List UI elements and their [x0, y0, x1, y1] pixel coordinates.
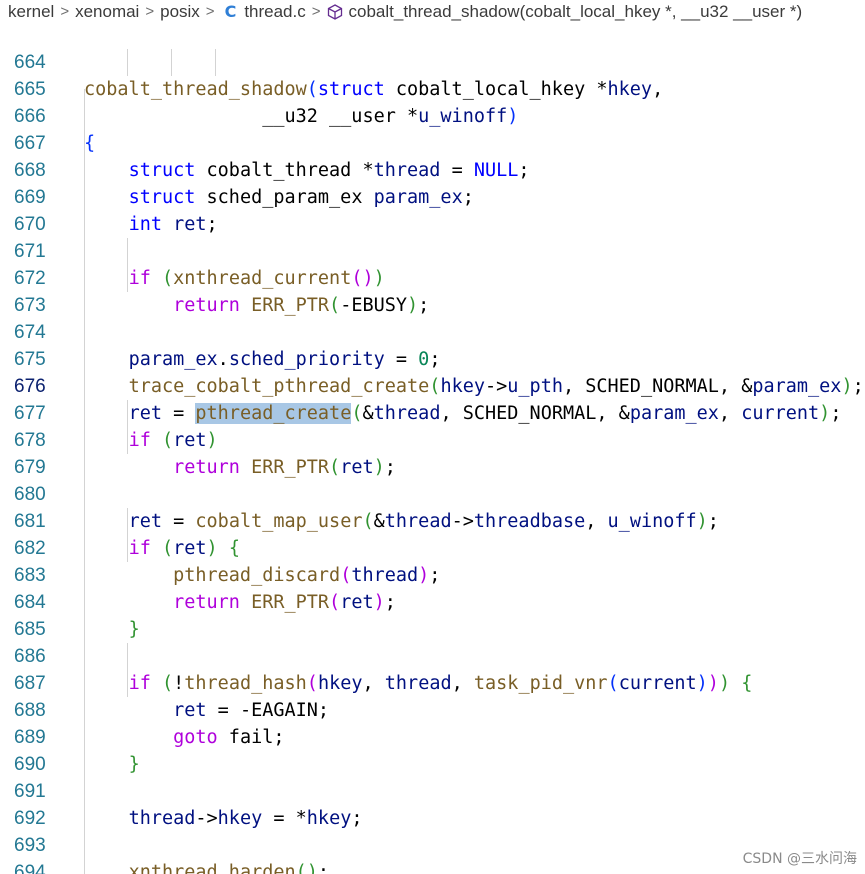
code-line[interactable]: 681 if (ret) {: [0, 481, 865, 559]
code-line[interactable]: 669 int ret;: [0, 157, 865, 235]
code-line[interactable]: 690: [0, 724, 865, 775]
code-line[interactable]: 680 ret = cobalt_map_user(&thread->threa…: [0, 454, 865, 532]
line-number: 694: [14, 862, 46, 874]
code-text[interactable]: xnthread_harden();: [84, 859, 330, 874]
code-line[interactable]: 677 if (ret): [0, 373, 865, 451]
code-editor[interactable]: 664 cobalt_thread_shadow(struct cobalt_l…: [0, 0, 865, 874]
code-line[interactable]: 689 }: [0, 697, 865, 775]
code-line[interactable]: 683 return ERR_PTR(ret);: [0, 535, 865, 613]
breadcrumb-item-kernel[interactable]: kernel: [0, 0, 54, 24]
code-line[interactable]: 673: [0, 265, 865, 316]
breadcrumb-separator: >: [205, 3, 215, 20]
method-cube-icon: [327, 4, 342, 20]
breadcrumb: kernel > xenomai > posix > Cthread.c > cobalt_th…: [0, 0, 865, 24]
indent-guide: [84, 89, 85, 874]
breadcrumb-separator: >: [145, 3, 155, 20]
code-line[interactable]: 691 thread->hkey = *hkey;: [0, 751, 865, 829]
code-line[interactable]: 692: [0, 778, 865, 829]
code-line[interactable]: 670: [0, 184, 865, 235]
indent-guide: [127, 508, 128, 562]
breadcrumb-separator: >: [311, 3, 321, 20]
indent-guide: [127, 400, 128, 454]
code-line[interactable]: 678 return ERR_PTR(ret);: [0, 400, 865, 478]
code-line[interactable]: 679: [0, 427, 865, 478]
indent-guide: [127, 238, 128, 292]
watermark: CSDN @三水问海: [742, 851, 857, 867]
code-line[interactable]: 671 if (xnthread_current()): [0, 211, 865, 289]
code-line[interactable]: 687 ret = -EAGAIN;: [0, 643, 865, 721]
code-line[interactable]: 672 return ERR_PTR(-EBUSY);: [0, 238, 865, 316]
indent-guide: [215, 49, 216, 76]
code-line[interactable]: 676 ret = pthread_create(&thread, SCHED_…: [0, 346, 865, 424]
code-line[interactable]: 664 cobalt_thread_shadow(struct cobalt_l…: [0, 22, 865, 100]
breadcrumb-item-posix[interactable]: posix: [160, 0, 200, 24]
code-line[interactable]: 688 goto fail;: [0, 670, 865, 748]
code-line[interactable]: 684 }: [0, 562, 865, 640]
code-line[interactable]: 666 {: [0, 76, 865, 154]
code-line[interactable]: 675 trace_cobalt_pthread_create(hkey->u_…: [0, 319, 865, 397]
indent-guide: [127, 49, 128, 76]
code-line[interactable]: 694: [0, 832, 865, 874]
breadcrumb-item-file[interactable]: thread.c: [244, 0, 305, 24]
c-file-icon: C: [224, 2, 237, 21]
code-line[interactable]: 665 __u32 __user *u_winoff): [0, 49, 865, 127]
code-line[interactable]: 685: [0, 589, 865, 640]
code-line[interactable]: 674 param_ex.sched_priority = 0;: [0, 292, 865, 370]
code-line[interactable]: 686 if (!thread_hash(hkey, thread, task_…: [0, 616, 865, 694]
breadcrumb-item-symbol[interactable]: cobalt_thread_shadow(cobalt_local_hkey *…: [349, 0, 803, 24]
code-line[interactable]: 667 struct cobalt_thread *thread = NULL;: [0, 103, 865, 181]
indent-guide: [127, 643, 128, 697]
code-line[interactable]: 693 xnthread_harden();: [0, 805, 865, 874]
code-line[interactable]: 668 struct sched_param_ex param_ex;: [0, 130, 865, 208]
breadcrumb-item-xenomai[interactable]: xenomai: [75, 0, 139, 24]
code-line[interactable]: 682 pthread_discard(thread);: [0, 508, 865, 586]
breadcrumb-separator: >: [60, 3, 70, 20]
indent-guide: [171, 49, 172, 76]
